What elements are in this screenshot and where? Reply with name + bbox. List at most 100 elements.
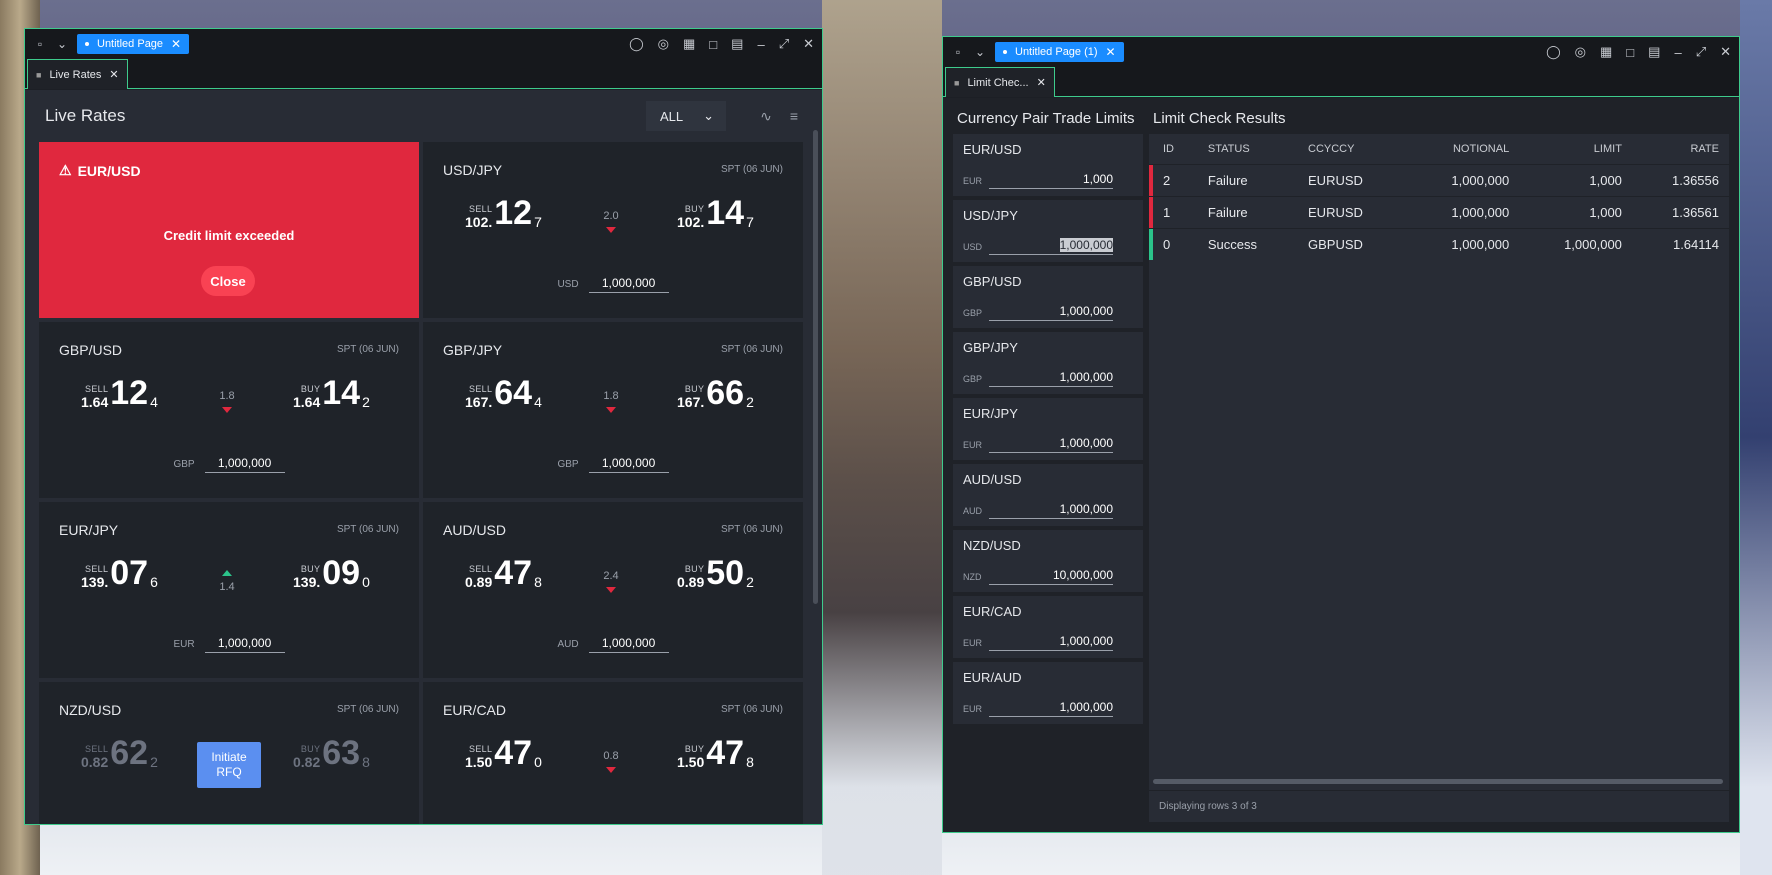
column-header-limit[interactable]: LIMIT: [1519, 134, 1632, 164]
buy-price-button[interactable]: BUY 0.89 50 2: [677, 556, 754, 590]
limit-input[interactable]: 1,000,000: [989, 700, 1113, 717]
buy-price-button[interactable]: BUY 167. 66 2: [677, 376, 754, 410]
tile-pair: EUR/USD: [77, 162, 141, 179]
limit-input[interactable]: 1,000: [989, 172, 1113, 189]
limit-pair: GBP/USD: [963, 274, 1022, 289]
buy-price-button[interactable]: BUY 1.50 47 8: [677, 736, 754, 770]
limit-card-nzdusd: NZD/USD NZD 10,000,000: [953, 530, 1143, 592]
grid-icon[interactable]: ▦: [683, 36, 695, 52]
close-tab-icon[interactable]: ✕: [1037, 76, 1046, 89]
limit-card-audusd: AUD/USD AUD 1,000,000: [953, 464, 1143, 526]
chevron-down-icon[interactable]: ⌄: [55, 37, 69, 51]
close-icon[interactable]: ✕: [1106, 45, 1116, 59]
sell-big-figure: 102.: [465, 214, 493, 230]
limit-input[interactable]: 1,000,000: [989, 370, 1113, 387]
lock-icon[interactable]: □: [1626, 45, 1634, 60]
buy-label: BUY: [684, 384, 705, 394]
column-header-id[interactable]: ID: [1153, 134, 1198, 164]
sell-price-button[interactable]: SELL 1.64 12 4: [81, 376, 158, 410]
column-header-rate[interactable]: RATE: [1632, 134, 1729, 164]
sell-price-button[interactable]: SELL 1.50 47 0: [465, 736, 542, 770]
page-tab[interactable]: Untitled Page ✕: [77, 34, 190, 54]
sell-label-group: SELL 139.: [81, 564, 108, 590]
sell-price-button[interactable]: SELL 0.89 47 8: [465, 556, 542, 590]
buy-price-button[interactable]: BUY 102. 14 7: [677, 196, 754, 230]
notional-input[interactable]: 1,000,000: [204, 636, 285, 653]
tab-live-rates[interactable]: ■ Live Rates ✕: [27, 59, 128, 89]
tab-limit-check[interactable]: ■ Limit Chec... ✕: [945, 67, 1055, 97]
sell-label: SELL: [469, 204, 493, 214]
grid-icon[interactable]: ▦: [1600, 44, 1612, 60]
limit-input[interactable]: 1,000,000: [989, 436, 1113, 453]
lightbulb-icon[interactable]: ◯: [629, 36, 644, 52]
horizontal-scrollbar[interactable]: [1153, 779, 1723, 784]
spread-value: 1.8: [603, 390, 619, 402]
buy-pips: 47: [706, 734, 745, 772]
rows-count-footer: Displaying rows 3 of 3: [1149, 790, 1729, 822]
live-rates-body: Live Rates ALL ⌄ ∿ ≡ ⚠ EUR/USD Credit li…: [25, 90, 822, 824]
limit-input[interactable]: 1,000,000: [989, 634, 1113, 651]
sell-price-button[interactable]: SELL 139. 07 6: [81, 556, 158, 590]
column-header-ccyccy[interactable]: CCYCCY: [1298, 134, 1406, 164]
lock-icon[interactable]: □: [709, 37, 717, 52]
spot-date: SPT (06 JUN): [720, 704, 783, 715]
buy-label: BUY: [300, 384, 321, 394]
lightbulb-icon[interactable]: ◯: [1546, 44, 1561, 60]
sell-price-button[interactable]: SELL 167. 64 4: [465, 376, 542, 410]
notional-input[interactable]: 1,000,000: [588, 636, 669, 653]
notional-input[interactable]: 1,000,000: [588, 456, 669, 473]
close-icon[interactable]: ✕: [171, 37, 181, 51]
page-menu-icon[interactable]: ▫: [951, 45, 965, 59]
table-row[interactable]: 1 Failure EURUSD 1,000,000 1,000 1.36561: [1149, 195, 1729, 228]
target-icon[interactable]: ◎: [658, 36, 669, 52]
initiate-rfq-button[interactable]: Initiate RFQ: [197, 742, 261, 788]
sell-pips: 12: [110, 374, 149, 412]
maximize-icon[interactable]: ⤢: [1696, 44, 1706, 60]
close-tab-icon[interactable]: ✕: [109, 68, 118, 81]
limit-input[interactable]: 10,000,000: [989, 568, 1113, 585]
limit-input[interactable]: 1,000,000: [989, 502, 1113, 519]
minimize-icon[interactable]: –: [1674, 45, 1681, 60]
chart-toggle-icon[interactable]: ∿: [752, 108, 780, 125]
close-window-icon[interactable]: ✕: [1720, 44, 1731, 60]
notional-input[interactable]: 1,000,000: [588, 276, 669, 293]
spread-indicator: 1.4: [207, 570, 247, 593]
column-header-notional[interactable]: NOTIONAL: [1406, 134, 1519, 164]
buy-pips: 50: [706, 554, 745, 592]
maximize-icon[interactable]: ⤢: [779, 36, 789, 52]
buy-big-figure: 0.82: [293, 754, 321, 770]
cell-notional: 1,000,000: [1406, 163, 1520, 196]
minimize-icon[interactable]: –: [757, 37, 764, 52]
sell-price-button[interactable]: SELL 102. 12 7: [465, 196, 542, 230]
notional-currency: GBP: [173, 459, 195, 470]
save-icon[interactable]: ▤: [1648, 44, 1660, 60]
chevron-down-icon[interactable]: ⌄: [973, 45, 987, 59]
limit-value: 1,000: [1082, 172, 1113, 186]
limit-input[interactable]: 1,000,000: [989, 304, 1113, 321]
page-tab-dot-icon: [1003, 50, 1007, 54]
desktop-background-right: [1740, 0, 1772, 875]
page-menu-icon[interactable]: ▫: [33, 37, 47, 51]
cell-id: 1: [1153, 195, 1198, 228]
table-row[interactable]: 2 Failure EURUSD 1,000,000 1,000 1.36556: [1149, 163, 1729, 196]
vertical-scrollbar[interactable]: [813, 130, 818, 604]
table-row[interactable]: 0 Success GBPUSD 1,000,000 1,000,000 1.64114: [1149, 227, 1729, 260]
column-header-status[interactable]: STATUS: [1198, 134, 1298, 164]
sell-fractional-pip: 7: [534, 214, 542, 230]
limits-list: EUR/USD EUR 1,000 USD/JPY USD 1,000,000 GBP/US…: [953, 134, 1143, 724]
currency-filter-select[interactable]: ALL ⌄: [646, 101, 726, 131]
close-window-icon[interactable]: ✕: [803, 36, 814, 52]
close-button[interactable]: Close: [201, 266, 255, 296]
buy-price-button[interactable]: BUY 1.64 14 2: [293, 376, 370, 410]
buy-price-button[interactable]: BUY 139. 09 0: [293, 556, 370, 590]
limit-input[interactable]: 1,000,000: [989, 238, 1113, 255]
buy-fractional-pip: 7: [746, 214, 754, 230]
spread-indicator: 2.0: [591, 210, 631, 233]
page-tab-label: Untitled Page (1): [1015, 46, 1098, 58]
target-icon[interactable]: ◎: [1575, 44, 1586, 60]
cell-status: Failure: [1197, 195, 1299, 228]
save-icon[interactable]: ▤: [731, 36, 743, 52]
filter-settings-icon[interactable]: ≡: [780, 108, 808, 124]
page-tab[interactable]: Untitled Page (1) ✕: [995, 42, 1124, 62]
notional-input[interactable]: 1,000,000: [204, 456, 285, 473]
